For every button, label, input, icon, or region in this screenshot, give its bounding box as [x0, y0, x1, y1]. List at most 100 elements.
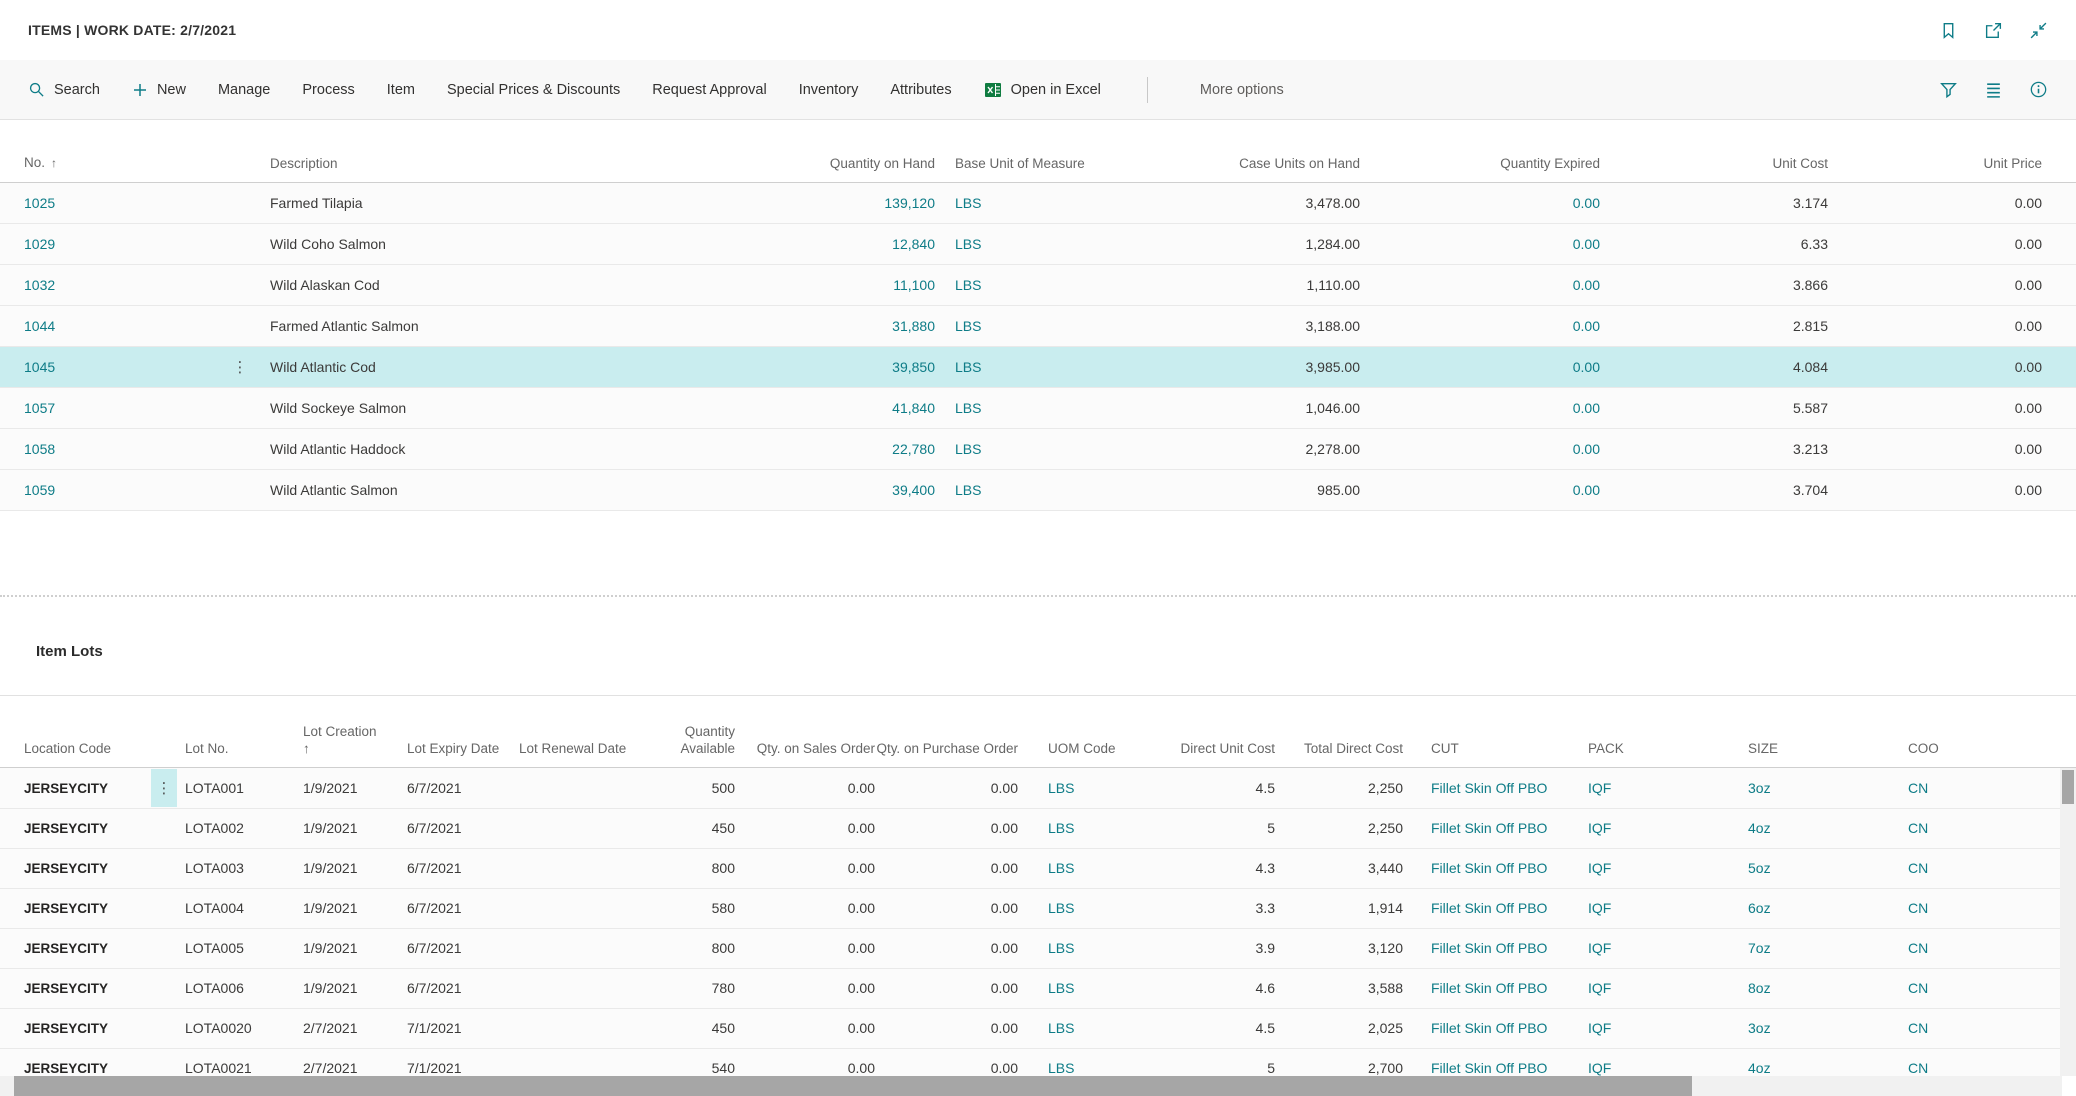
- base-uom-link[interactable]: LBS: [955, 318, 981, 334]
- lot-size-link[interactable]: 7oz: [1748, 940, 1771, 956]
- lot-coo-link[interactable]: CN: [1908, 860, 1928, 876]
- col-header-qty-on-hand[interactable]: Quantity on Hand: [805, 120, 935, 182]
- bookmark-icon[interactable]: [1939, 21, 1958, 40]
- qty-expired-link[interactable]: 0.00: [1573, 359, 1600, 375]
- qty-expired-link[interactable]: 0.00: [1573, 400, 1600, 416]
- item-no-link[interactable]: 1045: [24, 359, 55, 375]
- col-header-coo[interactable]: COO: [1908, 696, 2076, 768]
- lot-coo-link[interactable]: CN: [1908, 1020, 1928, 1036]
- lot-cut-link[interactable]: Fillet Skin Off PBO: [1431, 980, 1547, 996]
- toolbar-menu-item[interactable]: Inventory: [799, 82, 859, 98]
- col-header-qty-purchase[interactable]: Qty. on Purchase Order: [875, 696, 1018, 768]
- row-menu-icon[interactable]: [227, 348, 253, 386]
- lot-row[interactable]: JERSEYCITY LOTA0021 2/7/2021 7/1/2021 54…: [0, 1048, 2076, 1076]
- open-new-window-icon[interactable]: [1984, 21, 2003, 40]
- lot-size-link[interactable]: 4oz: [1748, 820, 1771, 836]
- row-menu-icon[interactable]: [151, 769, 177, 807]
- item-no-link[interactable]: 1029: [24, 236, 55, 252]
- toolbar-menu-item[interactable]: Item: [387, 82, 415, 98]
- filter-icon[interactable]: [1939, 80, 1958, 99]
- qty-on-hand-link[interactable]: 12,840: [892, 236, 935, 252]
- lot-uom-link[interactable]: LBS: [1048, 940, 1074, 956]
- base-uom-link[interactable]: LBS: [955, 441, 981, 457]
- lot-cut-link[interactable]: Fillet Skin Off PBO: [1431, 900, 1547, 916]
- lot-row[interactable]: JERSEYCITY LOTA002 1/9/2021 6/7/2021 450…: [0, 808, 2076, 848]
- lot-row[interactable]: JERSEYCITY LOTA001 1/9/2021 6/7/2021 500…: [0, 768, 2076, 808]
- lot-cut-link[interactable]: Fillet Skin Off PBO: [1431, 820, 1547, 836]
- vertical-scrollbar[interactable]: [2060, 768, 2076, 1076]
- lot-coo-link[interactable]: CN: [1908, 980, 1928, 996]
- lot-pack-link[interactable]: IQF: [1588, 820, 1611, 836]
- qty-on-hand-link[interactable]: 39,850: [892, 359, 935, 375]
- new-button[interactable]: New: [132, 82, 186, 98]
- col-header-base-uom[interactable]: Base Unit of Measure: [935, 120, 1165, 182]
- item-row[interactable]: 1025 Farmed Tilapia 139,120 LBS 3,478.00…: [0, 182, 2076, 223]
- lot-pack-link[interactable]: IQF: [1588, 1060, 1611, 1076]
- item-row[interactable]: 1057 Wild Sockeye Salmon 41,840 LBS 1,04…: [0, 387, 2076, 428]
- col-header-uom-code[interactable]: UOM Code: [1018, 696, 1130, 768]
- qty-on-hand-link[interactable]: 31,880: [892, 318, 935, 334]
- lot-pack-link[interactable]: IQF: [1588, 780, 1611, 796]
- qty-on-hand-link[interactable]: 139,120: [884, 195, 935, 211]
- info-icon[interactable]: [2029, 80, 2048, 99]
- lot-pack-link[interactable]: IQF: [1588, 1020, 1611, 1036]
- lot-size-link[interactable]: 6oz: [1748, 900, 1771, 916]
- lot-size-link[interactable]: 3oz: [1748, 780, 1771, 796]
- item-row[interactable]: 1045 Wild Atlantic Cod 39,850 LBS 3,985.…: [0, 346, 2076, 387]
- lot-size-link[interactable]: 4oz: [1748, 1060, 1771, 1076]
- item-no-link[interactable]: 1032: [24, 277, 55, 293]
- vertical-scrollbar-thumb[interactable]: [2062, 770, 2074, 804]
- lot-uom-link[interactable]: LBS: [1048, 1020, 1074, 1036]
- lot-coo-link[interactable]: CN: [1908, 780, 1928, 796]
- col-header-location-code[interactable]: Location Code: [0, 696, 143, 768]
- col-header-total-direct-cost[interactable]: Total Direct Cost: [1275, 696, 1403, 768]
- qty-expired-link[interactable]: 0.00: [1573, 236, 1600, 252]
- col-header-case-units[interactable]: Case Units on Hand: [1165, 120, 1360, 182]
- qty-expired-link[interactable]: 0.00: [1573, 277, 1600, 293]
- lot-uom-link[interactable]: LBS: [1048, 860, 1074, 876]
- base-uom-link[interactable]: LBS: [955, 277, 981, 293]
- qty-expired-link[interactable]: 0.00: [1573, 318, 1600, 334]
- toolbar-menu-item[interactable]: Request Approval: [652, 82, 766, 98]
- lot-size-link[interactable]: 3oz: [1748, 1020, 1771, 1036]
- lot-cut-link[interactable]: Fillet Skin Off PBO: [1431, 780, 1547, 796]
- col-header-qty-sales[interactable]: Qty. on Sales Order: [735, 696, 875, 768]
- item-no-link[interactable]: 1057: [24, 400, 55, 416]
- col-header-no[interactable]: No.↑: [0, 120, 210, 182]
- lot-pack-link[interactable]: IQF: [1588, 860, 1611, 876]
- base-uom-link[interactable]: LBS: [955, 236, 981, 252]
- qty-on-hand-link[interactable]: 39,400: [892, 482, 935, 498]
- lot-pack-link[interactable]: IQF: [1588, 900, 1611, 916]
- col-header-lot-creation[interactable]: Lot Creation↑: [303, 696, 407, 768]
- lot-cut-link[interactable]: Fillet Skin Off PBO: [1431, 860, 1547, 876]
- list-view-icon[interactable]: [1984, 80, 2003, 99]
- col-header-lot-renewal[interactable]: Lot Renewal Date: [519, 696, 639, 768]
- col-header-pack[interactable]: PACK: [1588, 696, 1748, 768]
- item-row[interactable]: 1058 Wild Atlantic Haddock 22,780 LBS 2,…: [0, 428, 2076, 469]
- toolbar-menu-item[interactable]: Special Prices & Discounts: [447, 82, 620, 98]
- collapse-icon[interactable]: [2029, 21, 2048, 40]
- horizontal-scrollbar[interactable]: [0, 1076, 2062, 1096]
- qty-on-hand-link[interactable]: 41,840: [892, 400, 935, 416]
- lot-coo-link[interactable]: CN: [1908, 820, 1928, 836]
- lot-uom-link[interactable]: LBS: [1048, 820, 1074, 836]
- lot-cut-link[interactable]: Fillet Skin Off PBO: [1431, 1060, 1547, 1076]
- lot-row[interactable]: JERSEYCITY LOTA004 1/9/2021 6/7/2021 580…: [0, 888, 2076, 928]
- col-header-unit-cost[interactable]: Unit Cost: [1600, 120, 1828, 182]
- lot-row[interactable]: JERSEYCITY LOTA006 1/9/2021 6/7/2021 780…: [0, 968, 2076, 1008]
- qty-expired-link[interactable]: 0.00: [1573, 195, 1600, 211]
- col-header-cut[interactable]: CUT: [1403, 696, 1588, 768]
- horizontal-scrollbar-thumb[interactable]: [14, 1076, 1692, 1096]
- lot-cut-link[interactable]: Fillet Skin Off PBO: [1431, 1020, 1547, 1036]
- lot-uom-link[interactable]: LBS: [1048, 980, 1074, 996]
- open-in-excel-button[interactable]: Open in Excel: [984, 81, 1101, 99]
- base-uom-link[interactable]: LBS: [955, 359, 981, 375]
- col-header-direct-unit-cost[interactable]: Direct Unit Cost: [1130, 696, 1275, 768]
- item-row[interactable]: 1044 Farmed Atlantic Salmon 31,880 LBS 3…: [0, 305, 2076, 346]
- lot-uom-link[interactable]: LBS: [1048, 900, 1074, 916]
- col-header-size[interactable]: SIZE: [1748, 696, 1908, 768]
- col-header-lot-expiry[interactable]: Lot Expiry Date: [407, 696, 519, 768]
- lot-row[interactable]: JERSEYCITY LOTA003 1/9/2021 6/7/2021 800…: [0, 848, 2076, 888]
- col-header-qty-expired[interactable]: Quantity Expired: [1360, 120, 1600, 182]
- toolbar-menu-item[interactable]: Manage: [218, 82, 270, 98]
